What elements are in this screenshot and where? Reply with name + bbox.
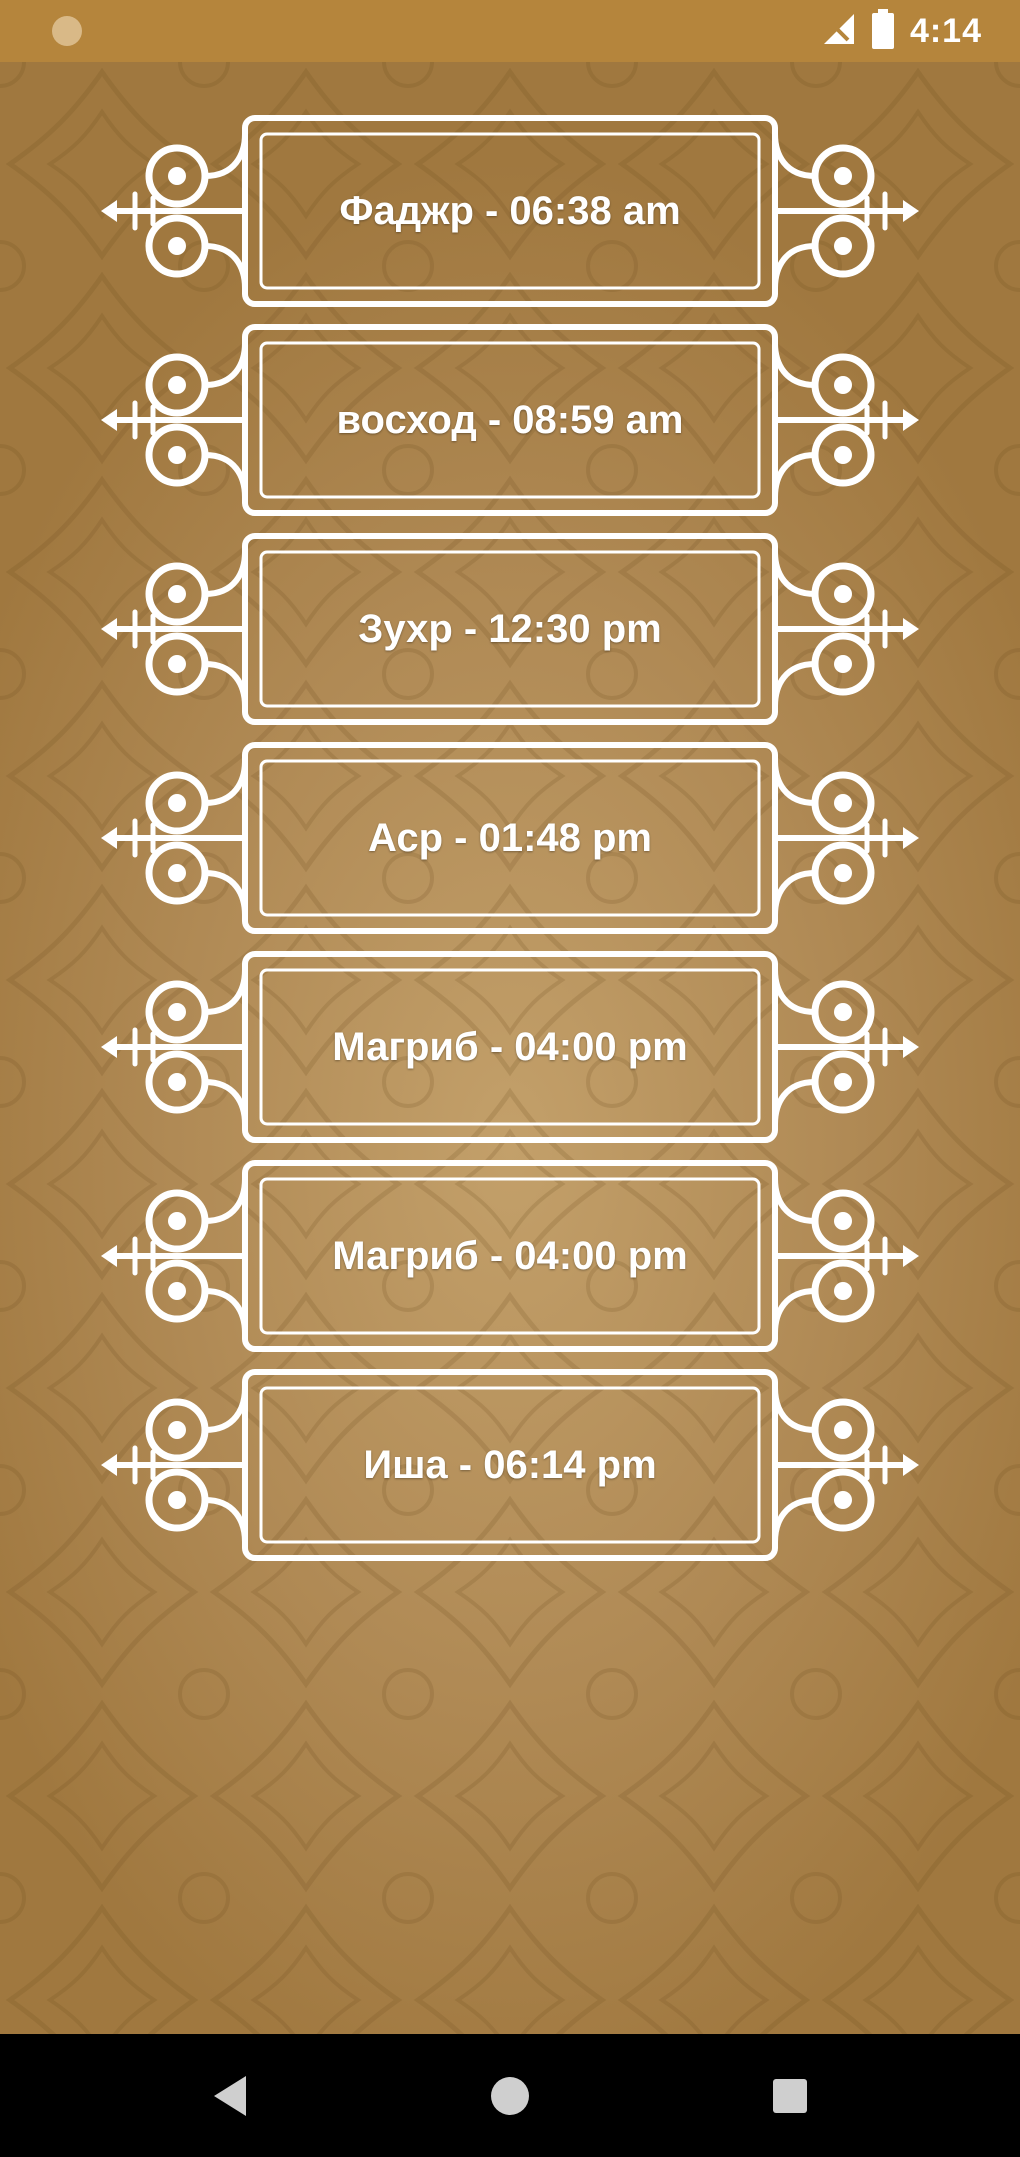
prayer-item-maghrib[interactable]: Магриб - 04:00 pm bbox=[95, 950, 925, 1144]
prayer-item-asr[interactable]: Аср - 01:48 pm bbox=[95, 741, 925, 935]
prayer-item-fajr[interactable]: Фаджр - 06:38 am bbox=[95, 114, 925, 308]
prayer-label: Иша - 06:14 pm bbox=[363, 1442, 657, 1487]
recents-square-icon bbox=[773, 2079, 807, 2113]
prayer-label: Магриб - 04:00 pm bbox=[332, 1024, 688, 1069]
prayer-label: восход - 08:59 am bbox=[336, 397, 684, 442]
home-circle-icon bbox=[491, 2077, 529, 2115]
prayer-item-sunrise[interactable]: восход - 08:59 am bbox=[95, 323, 925, 517]
back-button[interactable] bbox=[198, 2064, 262, 2128]
recents-button[interactable] bbox=[758, 2064, 822, 2128]
prayer-item-maghrib-2[interactable]: Магриб - 04:00 pm bbox=[95, 1159, 925, 1353]
prayer-item-dhuhr[interactable]: Зухр - 12:30 pm bbox=[95, 532, 925, 726]
prayer-label: Аср - 01:48 pm bbox=[367, 815, 652, 860]
prayer-label: Магриб - 04:00 pm bbox=[332, 1233, 688, 1278]
prayer-item-isha[interactable]: Иша - 06:14 pm bbox=[95, 1368, 925, 1562]
back-triangle-icon bbox=[214, 2076, 246, 2116]
home-button[interactable] bbox=[478, 2064, 542, 2128]
signal-off-icon bbox=[822, 12, 856, 51]
status-time: 4:14 bbox=[909, 11, 982, 50]
status-icons: 4:14 bbox=[822, 0, 982, 62]
prayer-label: Фаджр - 06:38 am bbox=[339, 188, 681, 233]
notification-dot-icon bbox=[52, 16, 82, 46]
battery-icon bbox=[871, 8, 894, 54]
prayer-times-screen: Фаджр - 06:38 am восход - 08:59 am Зухр … bbox=[0, 62, 1020, 2034]
navigation-bar bbox=[0, 2034, 1020, 2157]
prayer-label: Зухр - 12:30 pm bbox=[358, 606, 662, 651]
status-bar: 4:14 bbox=[0, 0, 1020, 62]
